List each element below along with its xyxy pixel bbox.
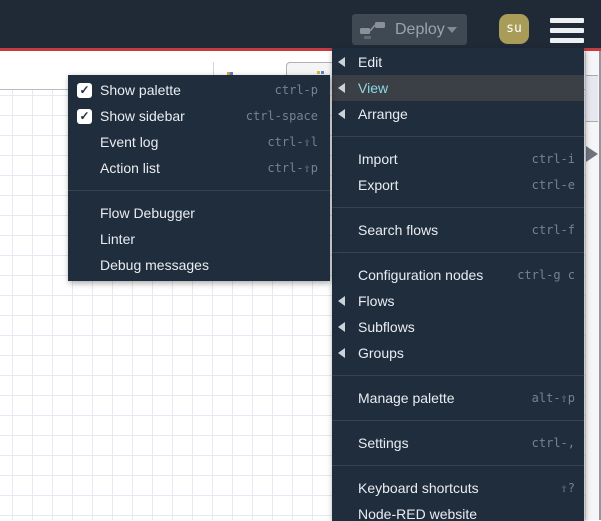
menu-item-label: Export (358, 177, 399, 193)
menu-item-action-list[interactable]: Action list ctrl-⇧p (68, 155, 330, 181)
menu-item-label: View (358, 80, 389, 96)
menu-item-search-flows[interactable]: Search flows ctrl-f (332, 217, 584, 243)
menu-item-manage-palette[interactable]: Manage palette alt-⇧p (332, 385, 584, 411)
menu-item-label: Configuration nodes (358, 267, 484, 283)
menu-separator (68, 190, 330, 191)
menu-item-shortcut: ctrl-e (531, 178, 575, 192)
menu-item-label: Arrange (358, 106, 408, 122)
menu-item-label: Action list (100, 160, 160, 176)
menu-item-import[interactable]: Import ctrl-i (332, 146, 584, 172)
menu-item-linter[interactable]: Linter (68, 226, 330, 252)
menu-item-label: Edit (358, 54, 383, 70)
menu-separator (332, 207, 584, 208)
menu-item-subflows[interactable]: Subflows (332, 314, 584, 340)
menu-item-settings[interactable]: Settings ctrl-, (332, 430, 584, 456)
menu-item-shortcut: ⇧? (560, 481, 575, 495)
menu-item-event-log[interactable]: Event log ctrl-⇧l (68, 129, 330, 155)
menu-item-edit[interactable]: Edit (332, 49, 584, 75)
main-dropdown-menu: Edit View Arrange Import ctrl-i Export ctrl-e S… (332, 48, 584, 521)
menu-item-shortcut: ctrl-g c (517, 268, 575, 282)
menu-item-flow-debugger[interactable]: Flow Debugger (68, 200, 330, 226)
menu-item-shortcut: ctrl-space (245, 109, 318, 123)
tab-status-dot-blue (321, 71, 324, 74)
menu-item-shortcut: ctrl-f (531, 223, 575, 237)
submenu-arrow-left-icon (338, 83, 345, 93)
menu-item-label: Groups (358, 345, 404, 361)
menu-item-label: Import (358, 151, 398, 167)
menu-item-shortcut: ctrl-i (531, 152, 575, 166)
menu-item-view[interactable]: View (332, 75, 584, 101)
menu-item-label: Flows (358, 293, 395, 309)
menu-item-label: Event log (100, 134, 159, 150)
submenu-arrow-left-icon (338, 109, 345, 119)
deploy-button[interactable]: Deploy (352, 14, 467, 45)
menu-item-debug-messages[interactable]: Debug messages (68, 252, 330, 278)
app-header: Deploy su (0, 0, 601, 48)
menu-item-flows[interactable]: Flows (332, 288, 584, 314)
menu-item-label: Settings (358, 435, 409, 451)
checkbox-placeholder (77, 206, 92, 221)
menu-item-groups[interactable]: Groups (332, 340, 584, 366)
menu-item-label: Debug messages (100, 257, 209, 273)
menu-item-label: Search flows (358, 222, 439, 238)
tab-status-dot-yellow (317, 71, 320, 74)
checkbox-placeholder (77, 232, 92, 247)
deploy-node-icon (360, 21, 385, 39)
sidebar-collapse-arrow-icon[interactable] (586, 146, 598, 162)
checkbox-checked-icon[interactable]: ✓ (77, 108, 92, 124)
menu-separator (332, 136, 584, 137)
checkbox-checked-icon[interactable]: ✓ (77, 82, 92, 98)
menu-item-label: Linter (100, 231, 136, 247)
checkbox-placeholder (77, 135, 92, 150)
hamburger-menu-icon[interactable] (550, 18, 584, 43)
menu-item-arrange[interactable]: Arrange (332, 101, 584, 127)
deploy-button-label: Deploy (395, 20, 445, 38)
menu-separator (332, 375, 584, 376)
menu-item-label: Show sidebar (100, 108, 185, 124)
checkbox-placeholder (77, 258, 92, 273)
menu-item-label: Show palette (100, 82, 181, 98)
submenu-arrow-left-icon (338, 296, 345, 306)
menu-separator (332, 420, 584, 421)
menu-item-show-sidebar[interactable]: ✓ Show sidebar ctrl-space (68, 103, 330, 129)
menu-item-configuration-nodes[interactable]: Configuration nodes ctrl-g c (332, 262, 584, 288)
menu-item-node-red-website[interactable]: Node-RED website (332, 501, 584, 521)
menu-item-shortcut: ctrl-⇧l (267, 135, 318, 149)
menu-separator (332, 465, 584, 466)
checkbox-placeholder (77, 161, 92, 176)
scrollbar-thumb[interactable] (586, 75, 598, 122)
menu-item-label: Node-RED website (358, 506, 478, 521)
menu-item-shortcut: alt-⇧p (531, 391, 575, 405)
menu-item-shortcut: ctrl-⇧p (267, 161, 318, 175)
user-avatar[interactable]: su (499, 14, 529, 44)
menu-item-label: Flow Debugger (100, 205, 195, 221)
chevron-down-icon (447, 26, 457, 33)
menu-item-shortcut: ctrl-p (274, 83, 318, 97)
menu-separator (332, 252, 584, 253)
menu-item-shortcut: ctrl-, (531, 436, 575, 450)
menu-item-label: Keyboard shortcuts (358, 480, 479, 496)
menu-item-export[interactable]: Export ctrl-e (332, 172, 584, 198)
submenu-arrow-left-icon (338, 322, 345, 332)
submenu-arrow-left-icon (338, 57, 345, 67)
menu-item-show-palette[interactable]: ✓ Show palette ctrl-p (68, 77, 330, 103)
menu-item-label: Manage palette (358, 390, 455, 406)
menu-item-label: Subflows (358, 319, 415, 335)
scrollbar-track[interactable] (585, 51, 601, 520)
view-submenu: ✓ Show palette ctrl-p ✓ Show sidebar ctrl-spa… (68, 75, 330, 281)
menu-item-keyboard-shortcuts[interactable]: Keyboard shortcuts ⇧? (332, 475, 584, 501)
submenu-arrow-left-icon (338, 348, 345, 358)
